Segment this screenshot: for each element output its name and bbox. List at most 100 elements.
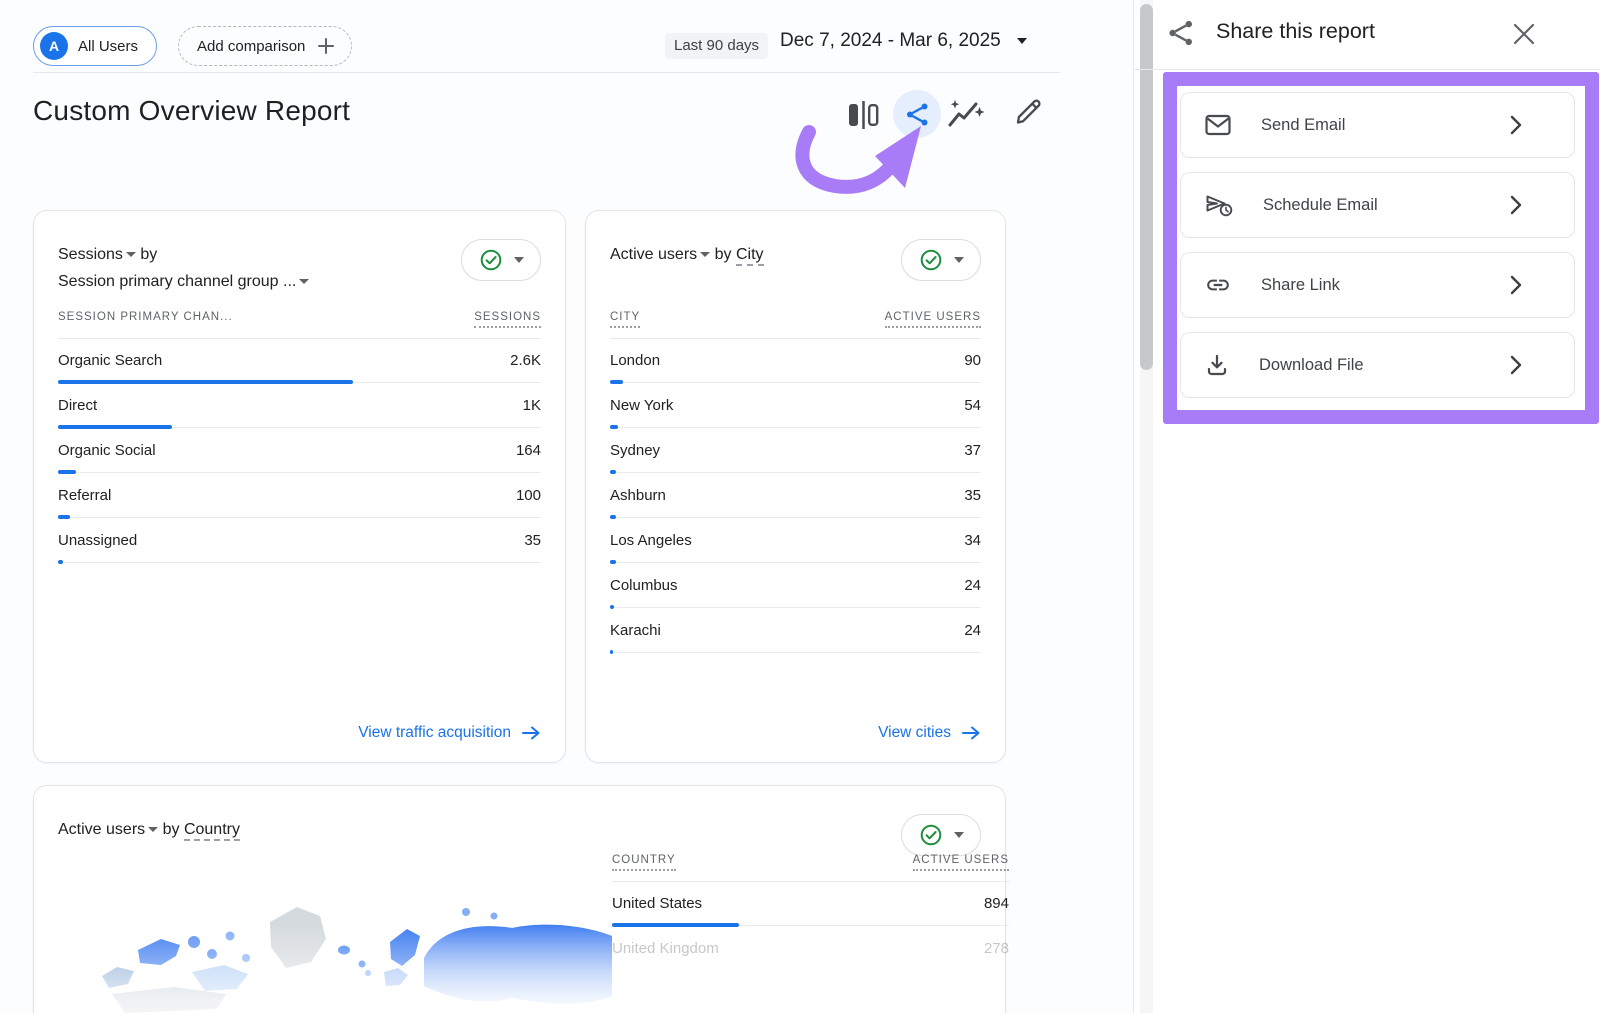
- row-label: Organic Social: [58, 441, 156, 460]
- chevron-right-icon: [1510, 115, 1522, 135]
- metric-selector[interactable]: Active users: [610, 246, 710, 263]
- column-header-sorted[interactable]: ACTIVE USERS: [913, 854, 1009, 871]
- main-report-area: A All Users Add comparison Last 90 days …: [0, 0, 1133, 1013]
- chevron-right-icon: [1510, 355, 1522, 375]
- row-value: 164: [516, 441, 541, 460]
- plus-icon: [317, 37, 335, 55]
- download-file-option[interactable]: Download File: [1180, 332, 1575, 398]
- send-email-option[interactable]: Send Email: [1180, 92, 1575, 158]
- sessions-card: Sessions by Session primary channel grou…: [33, 210, 566, 763]
- table-row: Sydney37: [610, 441, 981, 474]
- chevron-down-icon: [514, 257, 524, 263]
- world-map: [42, 864, 612, 1013]
- row-bar: [610, 470, 981, 474]
- metric-selector[interactable]: Active users: [58, 821, 158, 838]
- column-header-sorted[interactable]: SESSIONS: [474, 311, 541, 328]
- card-status-dropdown[interactable]: [901, 239, 981, 281]
- share-icon[interactable]: [893, 90, 941, 138]
- check-circle-icon: [479, 248, 503, 272]
- insights-icon[interactable]: [946, 97, 986, 133]
- row-bar: [58, 470, 541, 474]
- share-icon: [1166, 18, 1196, 48]
- table-row: Los Angeles34: [610, 531, 981, 564]
- divider: [1134, 69, 1600, 70]
- chevron-down-icon: [1017, 38, 1027, 44]
- add-comparison-label: Add comparison: [197, 38, 305, 55]
- scrollbar-thumb[interactable]: [1140, 4, 1153, 370]
- chevron-down-icon: [148, 827, 158, 832]
- row-label: United States: [612, 894, 702, 913]
- chevron-down-icon: [954, 832, 964, 838]
- divider: [612, 881, 1009, 882]
- row-value: 278: [984, 939, 1009, 958]
- row-value: 35: [964, 486, 981, 505]
- chevron-down-icon: [126, 252, 136, 257]
- download-icon: [1205, 353, 1229, 377]
- row-value: 34: [964, 531, 981, 550]
- row-value: 1K: [523, 396, 541, 415]
- row-value: 2.6K: [510, 351, 541, 370]
- row-bar: [610, 605, 981, 609]
- table-row: United Kingdom 278: [612, 939, 1009, 958]
- option-label: Send Email: [1261, 116, 1345, 135]
- column-header-sorted[interactable]: ACTIVE USERS: [885, 311, 981, 328]
- table-row: Unassigned35: [58, 531, 541, 564]
- share-link-option[interactable]: Share Link: [1180, 252, 1575, 318]
- row-label: Direct: [58, 396, 97, 415]
- add-comparison-chip[interactable]: Add comparison: [178, 26, 352, 66]
- row-value: 100: [516, 486, 541, 505]
- column-header[interactable]: CITY: [610, 311, 640, 328]
- row-bar: [58, 380, 541, 384]
- dimension-selector[interactable]: Session primary channel group ...: [58, 273, 309, 290]
- row-label: Sydney: [610, 441, 660, 460]
- all-users-label: All Users: [78, 38, 138, 55]
- row-label: London: [610, 351, 660, 370]
- column-header[interactable]: SESSION PRIMARY CHAN...: [58, 311, 233, 328]
- chevron-right-icon: [1510, 275, 1522, 295]
- comparison-icon[interactable]: [846, 98, 882, 132]
- view-traffic-acquisition-link[interactable]: View traffic acquisition: [358, 724, 541, 742]
- close-icon[interactable]: [1510, 20, 1538, 48]
- row-value: 24: [964, 621, 981, 640]
- row-bar: [610, 380, 981, 384]
- avatar: A: [40, 32, 68, 60]
- check-circle-icon: [919, 248, 943, 272]
- row-value: 54: [964, 396, 981, 415]
- country-table: COUNTRY ACTIVE USERS United States894 Un…: [612, 854, 1009, 958]
- card-status-dropdown[interactable]: [901, 814, 981, 856]
- schedule-send-icon: [1205, 193, 1233, 217]
- metric-selector[interactable]: Sessions: [58, 246, 136, 263]
- dimension-selector[interactable]: City: [736, 246, 764, 266]
- arrow-right-icon: [521, 725, 541, 741]
- date-range-selector[interactable]: Dec 7, 2024 - Mar 6, 2025: [780, 30, 1027, 52]
- row-value: 90: [964, 351, 981, 370]
- table-row: Columbus 24: [610, 576, 981, 609]
- chevron-right-icon: [1510, 195, 1522, 215]
- option-label: Share Link: [1261, 276, 1340, 295]
- table-row: Organic Social 164: [58, 441, 541, 474]
- divider: [610, 338, 981, 339]
- by-label: by: [715, 246, 732, 263]
- edit-icon[interactable]: [1012, 96, 1044, 128]
- table-row: Referral100: [58, 486, 541, 519]
- table-row: Organic Search2.6K: [58, 351, 541, 384]
- row-label: United Kingdom: [612, 939, 719, 958]
- row-label: Columbus: [610, 576, 678, 595]
- cities-card: Active users by City CITY ACTIVE USERS L…: [585, 210, 1006, 763]
- row-value: 35: [524, 531, 541, 550]
- page-title: Custom Overview Report: [33, 95, 350, 127]
- check-circle-icon: [919, 823, 943, 847]
- table-row: New York54: [610, 396, 981, 429]
- all-users-chip[interactable]: A All Users: [33, 26, 157, 66]
- schedule-email-option[interactable]: Schedule Email: [1180, 172, 1575, 238]
- date-preset-badge: Last 90 days: [665, 33, 768, 59]
- ga4-report-screenshot: { "topbar": { "avatar_letter": "A", "all…: [0, 0, 1600, 1013]
- view-cities-link[interactable]: View cities: [878, 724, 981, 742]
- card-status-dropdown[interactable]: [461, 239, 541, 281]
- row-label: Karachi: [610, 621, 661, 640]
- row-bar: [612, 923, 1009, 927]
- dimension-selector[interactable]: Country: [184, 821, 240, 841]
- annotation-highlight-box: Send Email Schedule Email: [1163, 72, 1599, 424]
- column-header[interactable]: COUNTRY: [612, 854, 676, 871]
- row-value: 24: [964, 576, 981, 595]
